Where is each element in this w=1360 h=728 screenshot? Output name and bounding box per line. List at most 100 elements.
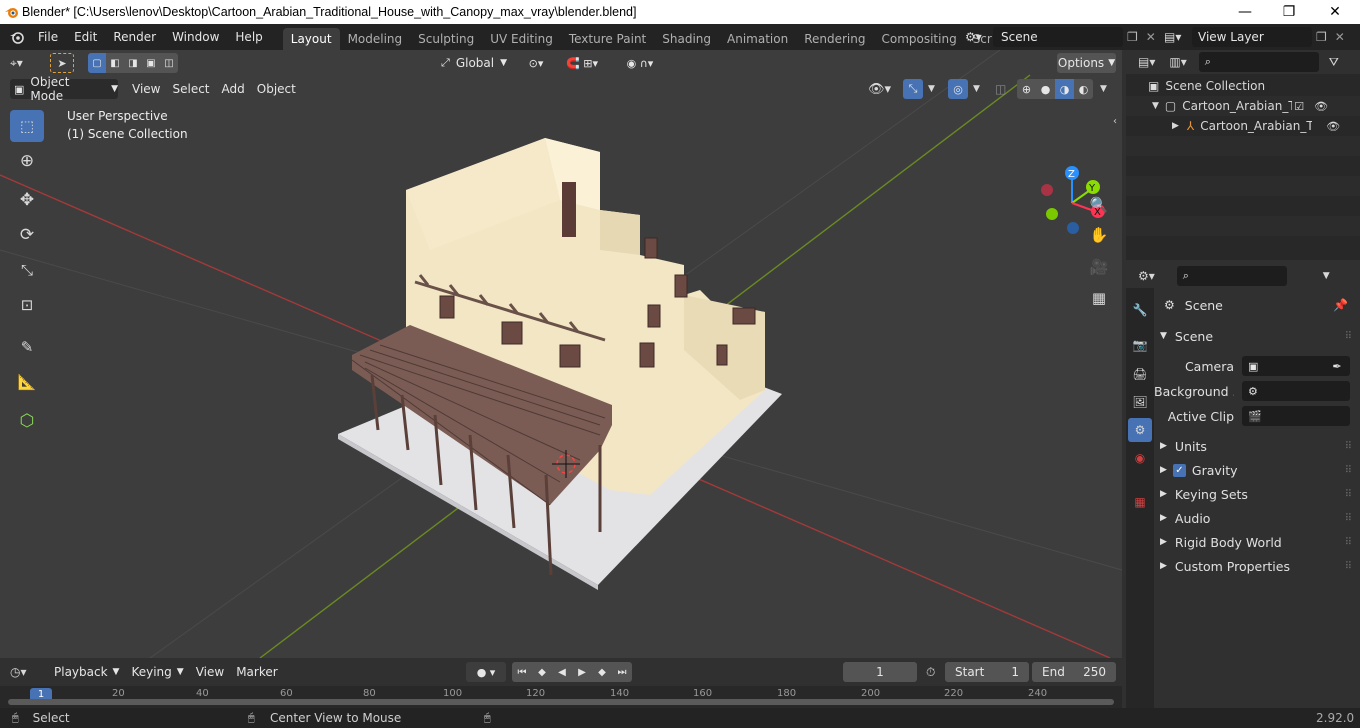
zoom-icon[interactable]: 🔍 (1085, 191, 1113, 219)
jump-end-icon[interactable]: ⏭ (612, 662, 632, 682)
proportional-editing-toggle[interactable]: ◉ ∩▾ (614, 53, 666, 73)
play-reverse-icon[interactable]: ◀ (552, 662, 572, 682)
close-window-button[interactable]: ✕ (1312, 0, 1358, 24)
gravity-checkbox[interactable]: ✓ (1172, 463, 1186, 477)
viewport-menu-view[interactable]: View (126, 79, 166, 99)
overlays-toggle-icon[interactable]: ◎ (948, 79, 968, 99)
scene-copy-icon[interactable]: ❐ (1127, 30, 1138, 44)
eye-icon[interactable]: 👁 (1326, 120, 1340, 133)
viewport-menu-add[interactable]: Add (216, 79, 251, 99)
scene-icon[interactable]: ⚙▾ (965, 30, 993, 44)
scale-tool-button[interactable]: ⤡ (10, 254, 44, 286)
drag-handle-icon[interactable]: ⠿ (1345, 465, 1352, 476)
xray-toggle-icon[interactable]: ◫ (995, 82, 1006, 96)
auto-keying-toggle[interactable]: ● ▾ (466, 662, 506, 682)
select-mode-new-icon[interactable]: ▢ (88, 53, 106, 73)
drag-handle-icon[interactable]: ⠿ (1345, 441, 1352, 452)
transform-orientation-dropdown[interactable]: ⤢ Global ▼ (437, 53, 515, 73)
view-layer-remove-icon[interactable]: ✕ (1335, 30, 1345, 44)
select-mode-invert-icon[interactable]: ▣ (142, 53, 160, 73)
drag-handle-icon[interactable]: ⠿ (1345, 489, 1352, 500)
tab-compositing[interactable]: Compositing (873, 28, 964, 50)
rendered-shading-icon[interactable]: ◐ (1074, 79, 1093, 99)
audio-panel-header[interactable]: ▶ Audio ⠿ (1154, 506, 1358, 530)
pivot-point-dropdown[interactable]: ⊙▾ (521, 53, 551, 73)
drag-handle-icon[interactable]: ⠿ (1345, 513, 1352, 524)
stopwatch-icon[interactable]: ⏱ (926, 665, 935, 680)
properties-editor-type-icon[interactable]: ⚙▾ (1138, 269, 1155, 283)
outliner-row-collection[interactable]: ▼ ▢ Cartoon_Arabian_Traditic ☑ 👁 (1126, 96, 1360, 116)
tool-tab-icon[interactable]: 🔧 (1128, 298, 1152, 322)
timeline-scrollbar[interactable] (8, 699, 1114, 705)
annotate-tool-button[interactable]: ✎ (10, 331, 44, 363)
editor-type-icon[interactable]: ⌖▾ (10, 56, 40, 71)
visibility-eye-icon[interactable]: 👁▾ (868, 82, 891, 97)
select-box-tool-icon[interactable]: ➤ (50, 53, 74, 73)
view-layer-tab-icon[interactable]: 🖼 (1128, 390, 1152, 414)
viewport-menu-select[interactable]: Select (166, 79, 215, 99)
keying-sets-panel-header[interactable]: ▶ Keying Sets ⠿ (1154, 482, 1358, 506)
drag-handle-icon[interactable]: ⠿ (1345, 331, 1352, 342)
scene-remove-icon[interactable]: ✕ (1146, 30, 1156, 44)
solid-shading-icon[interactable]: ● (1036, 79, 1055, 99)
exclude-checkbox[interactable]: ☑ (1294, 100, 1304, 113)
viewport-menu-object[interactable]: Object (251, 79, 302, 99)
gizmo-dropdown-icon[interactable]: ▼ (928, 84, 935, 94)
move-tool-button[interactable]: ✥ (10, 184, 44, 216)
menu-file[interactable]: File (30, 24, 66, 50)
units-panel-header[interactable]: ▶ Units ⠿ (1154, 434, 1358, 458)
pan-hand-icon[interactable]: ✋ (1085, 221, 1113, 249)
start-frame-field[interactable]: Start 1 (945, 662, 1029, 682)
material-preview-shading-icon[interactable]: ◑ (1055, 79, 1074, 99)
tab-shading[interactable]: Shading (654, 28, 719, 50)
timeline-view-menu[interactable]: View (190, 662, 230, 682)
prev-keyframe-icon[interactable]: ◆ (532, 662, 552, 682)
view-layer-copy-icon[interactable]: ❐ (1316, 30, 1327, 44)
snap-toggle[interactable]: 🧲 ⊞▾ (557, 53, 607, 73)
tab-modeling[interactable]: Modeling (340, 28, 411, 50)
filter-icon[interactable]: ⛛ (1329, 55, 1339, 70)
camera-field[interactable]: ▣ ✒ (1242, 356, 1350, 376)
select-tool-button[interactable]: ⬚ (10, 110, 44, 142)
active-clip-field[interactable]: 🎬 (1242, 406, 1350, 426)
cursor-tool-button[interactable]: ⊕ (10, 145, 44, 177)
perspective-toggle-icon[interactable]: ▦ (1085, 284, 1113, 312)
rigid-body-world-panel-header[interactable]: ▶ Rigid Body World ⠿ (1154, 530, 1358, 554)
jump-start-icon[interactable]: ⏮ (512, 662, 532, 682)
gizmo-toggle-icon[interactable]: ⤡ (903, 79, 923, 99)
camera-view-icon[interactable]: 🎥 (1085, 253, 1113, 281)
gravity-panel-header[interactable]: ▶ ✓ Gravity ⠿ (1154, 458, 1358, 482)
scene-tab-icon[interactable]: ⚙ (1128, 418, 1152, 442)
outliner-display-mode-icon[interactable]: ▥▾ (1169, 55, 1186, 69)
outliner-row-scene-collection[interactable]: ▣ Scene Collection (1126, 76, 1360, 96)
mode-dropdown[interactable]: ▣ Object Mode ▼ (10, 75, 118, 103)
pin-icon[interactable]: 📌 (1333, 298, 1348, 312)
shading-dropdown-icon[interactable]: ▼ (1100, 84, 1107, 94)
outliner-search-input[interactable]: ⌕ (1198, 52, 1319, 72)
menu-help[interactable]: Help (227, 24, 270, 50)
background-scene-field[interactable]: ⚙ (1242, 381, 1350, 401)
properties-search-input[interactable]: ⌕ (1176, 266, 1287, 286)
select-mode-extend-icon[interactable]: ◧ (106, 53, 124, 73)
menu-edit[interactable]: Edit (66, 24, 105, 50)
custom-properties-panel-header[interactable]: ▶ Custom Properties ⠿ (1154, 554, 1358, 578)
measure-tool-button[interactable]: 📐 (10, 366, 44, 398)
eye-icon[interactable]: 👁 (1314, 100, 1328, 113)
timeline-ruler[interactable]: 1 20 40 60 80 100 120 140 160 180 200 22… (0, 686, 1122, 708)
options-dropdown[interactable]: Options ▼ (1057, 53, 1116, 73)
minimize-button[interactable]: — (1222, 0, 1268, 24)
tab-layout[interactable]: Layout (282, 28, 340, 50)
tab-animation[interactable]: Animation (719, 28, 796, 50)
end-frame-field[interactable]: End 250 (1032, 662, 1116, 682)
timeline-editor-type-icon[interactable]: ◷▾ (10, 665, 40, 679)
scene-panel-header[interactable]: ▼ Scene ⠿ (1154, 324, 1358, 348)
timeline-marker-menu[interactable]: Marker (230, 662, 283, 682)
tab-texture-paint[interactable]: Texture Paint (561, 28, 654, 50)
eyedropper-icon[interactable]: ✒ (1332, 360, 1341, 373)
timeline-playback-menu[interactable]: Playback ▼ (48, 662, 125, 682)
tab-uv-editing[interactable]: UV Editing (482, 28, 561, 50)
blender-menu-icon[interactable] (9, 29, 25, 45)
view-layer-field[interactable]: View Layer (1192, 27, 1312, 47)
current-frame-field[interactable]: 1 (843, 662, 917, 682)
drag-handle-icon[interactable]: ⠿ (1345, 561, 1352, 572)
